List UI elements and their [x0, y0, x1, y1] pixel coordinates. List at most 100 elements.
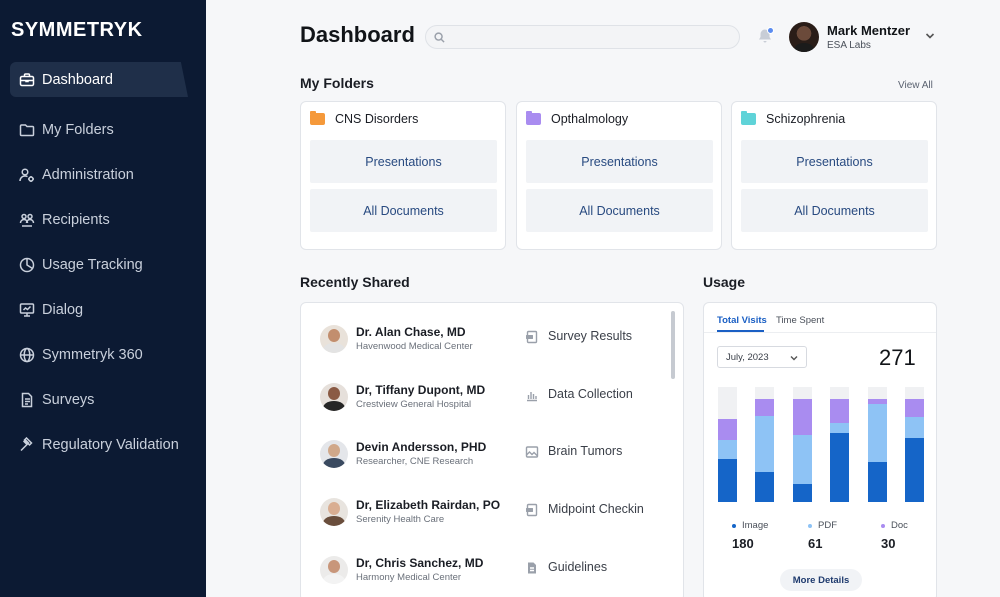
briefcase-icon	[19, 72, 35, 88]
gavel-icon	[19, 436, 35, 453]
sidebar-item-label: Symmetryk 360	[42, 346, 143, 363]
tab-total-visits[interactable]: Total Visits	[717, 315, 767, 326]
folder-name: CNS Disorders	[335, 112, 419, 126]
legend-value-pdf: 61	[808, 536, 823, 551]
list-item[interactable]: Devin Andersson, PHD Researcher, CNE Res…	[320, 438, 660, 474]
usage-bar-segment-image	[905, 437, 924, 502]
presentations-button[interactable]: Presentations	[526, 140, 713, 183]
bar-chart-icon	[525, 388, 539, 402]
file-icon	[525, 561, 539, 575]
usage-bar-segment-pdf	[867, 404, 887, 462]
legend-dot	[808, 523, 812, 528]
user-avatar[interactable]	[789, 22, 819, 52]
presentation-icon	[19, 302, 35, 318]
more-details-button[interactable]: More Details	[780, 569, 862, 591]
pdf-icon	[525, 503, 539, 517]
person-name: Dr, Chris Sanchez, MD	[356, 556, 484, 570]
presentations-button[interactable]: Presentations	[310, 140, 497, 183]
folder-icon	[741, 111, 756, 125]
presentations-button[interactable]: Presentations	[741, 140, 928, 183]
my-folders-title: My Folders	[300, 75, 374, 91]
globe-icon	[19, 347, 35, 363]
list-item[interactable]: Dr, Chris Sanchez, MD Harmony Medical Ce…	[320, 554, 660, 590]
usage-bar	[792, 387, 812, 502]
all-documents-button[interactable]: All Documents	[526, 189, 713, 232]
sidebar-item-dialog[interactable]: Dialog	[0, 287, 206, 332]
folder-header: CNS Disorders	[310, 111, 419, 126]
list-item[interactable]: Dr, Tiffany Dupont, MD Crestview General…	[320, 381, 660, 417]
sidebar-item-surveys[interactable]: Surveys	[0, 377, 206, 422]
tab-time-spent[interactable]: Time Spent	[776, 315, 824, 326]
usage-bar-segment-doc	[755, 398, 775, 416]
user-gear-icon	[19, 167, 35, 183]
usage-bar-segment-pdf	[792, 435, 812, 484]
view-all-link[interactable]: View All	[898, 80, 933, 91]
usage-bar	[867, 387, 887, 502]
usage-bar-segment-pdf	[755, 415, 775, 473]
usage-bar-segment-empty	[792, 387, 812, 399]
person-name: Dr, Tiffany Dupont, MD	[356, 383, 486, 397]
folder-card[interactable]: CNS Disorders Presentations All Document…	[300, 101, 506, 250]
usage-bar-segment-doc	[718, 419, 737, 440]
usage-bar-segment-pdf	[830, 422, 850, 433]
usage-bar-segment-empty	[755, 387, 775, 399]
sidebar-item-label: Administration	[42, 166, 134, 183]
pdf-icon	[525, 330, 539, 344]
sidebar-item-dashboard[interactable]: Dashboard	[10, 62, 188, 97]
sidebar-item-label: Dialog	[42, 301, 84, 318]
usage-bar	[718, 387, 737, 502]
list-item[interactable]: Dr, Elizabeth Rairdan, PO Serenity Healt…	[320, 496, 660, 532]
usage-bar-segment-doc	[830, 398, 850, 423]
sidebar-item-recipients[interactable]: Recipients	[0, 197, 206, 242]
legend-item-image: Image	[732, 520, 768, 531]
all-documents-button[interactable]: All Documents	[310, 189, 497, 232]
chevron-down-icon	[925, 33, 935, 39]
sidebar-item-label: Surveys	[42, 391, 95, 408]
all-documents-button[interactable]: All Documents	[741, 189, 928, 232]
folder-card[interactable]: Schizophrenia Presentations All Document…	[731, 101, 937, 250]
document-link[interactable]: Data Collection	[548, 387, 633, 401]
document-link[interactable]: Midpoint Checkin	[548, 502, 644, 516]
month-select-value: July, 2023	[726, 351, 769, 363]
person-org: Serenity Health Care	[356, 514, 445, 525]
search-bar[interactable]	[425, 25, 740, 49]
active-tab-indicator	[717, 330, 764, 332]
month-select[interactable]: July, 2023	[717, 346, 807, 368]
brand-logo: SYMMETRYK	[11, 19, 143, 41]
legend-label: Image	[742, 520, 769, 531]
main-content: Dashboard Mark Mentzer ESA Labs My Folde…	[206, 0, 1000, 597]
notification-bell[interactable]	[757, 27, 775, 46]
sidebar-item-label: Dashboard	[42, 71, 113, 88]
list-item[interactable]: Dr. Alan Chase, MD Havenwood Medical Cen…	[320, 323, 660, 359]
usage-title: Usage	[703, 274, 746, 290]
sidebar-item-my-folders[interactable]: My Folders	[0, 107, 206, 152]
sidebar-item-administration[interactable]: Administration	[0, 152, 206, 197]
legend-value-doc: 30	[881, 536, 896, 551]
document-link[interactable]: Survey Results	[548, 329, 632, 343]
user-menu-chevron[interactable]	[925, 28, 935, 39]
sidebar-item-usage-tracking[interactable]: Usage Tracking	[0, 242, 206, 287]
folder-name: Opthalmology	[551, 112, 629, 126]
total-visits-value: 271	[879, 345, 916, 370]
search-input[interactable]	[449, 30, 739, 44]
avatar	[320, 440, 348, 468]
usage-bar	[905, 387, 924, 502]
image-icon	[525, 445, 539, 459]
sidebar-item-regulatory-validation[interactable]: Regulatory Validation	[0, 422, 206, 467]
person-org: Crestview General Hospital	[356, 399, 472, 410]
document-link[interactable]: Guidelines	[548, 560, 607, 574]
person-name: Devin Andersson, PHD	[356, 440, 487, 454]
person-name: Dr. Alan Chase, MD	[356, 325, 466, 339]
sidebar-item-label: Regulatory Validation	[42, 436, 179, 453]
folder-card[interactable]: Opthalmology Presentations All Documents	[516, 101, 722, 250]
folder-header: Opthalmology	[526, 111, 629, 126]
recently-shared-list: Dr. Alan Chase, MD Havenwood Medical Cen…	[300, 302, 684, 597]
usage-bar-segment-image	[867, 461, 887, 502]
page-title: Dashboard	[300, 22, 415, 47]
usage-bar-segment-doc	[905, 398, 924, 417]
sidebar: SYMMETRYK Dashboard My Folders Administr…	[0, 0, 206, 597]
chevron-down-icon	[790, 356, 798, 361]
scrollbar[interactable]	[671, 311, 675, 379]
sidebar-item-symmetryk-360[interactable]: Symmetryk 360	[0, 332, 206, 377]
document-link[interactable]: Brain Tumors	[548, 444, 622, 458]
